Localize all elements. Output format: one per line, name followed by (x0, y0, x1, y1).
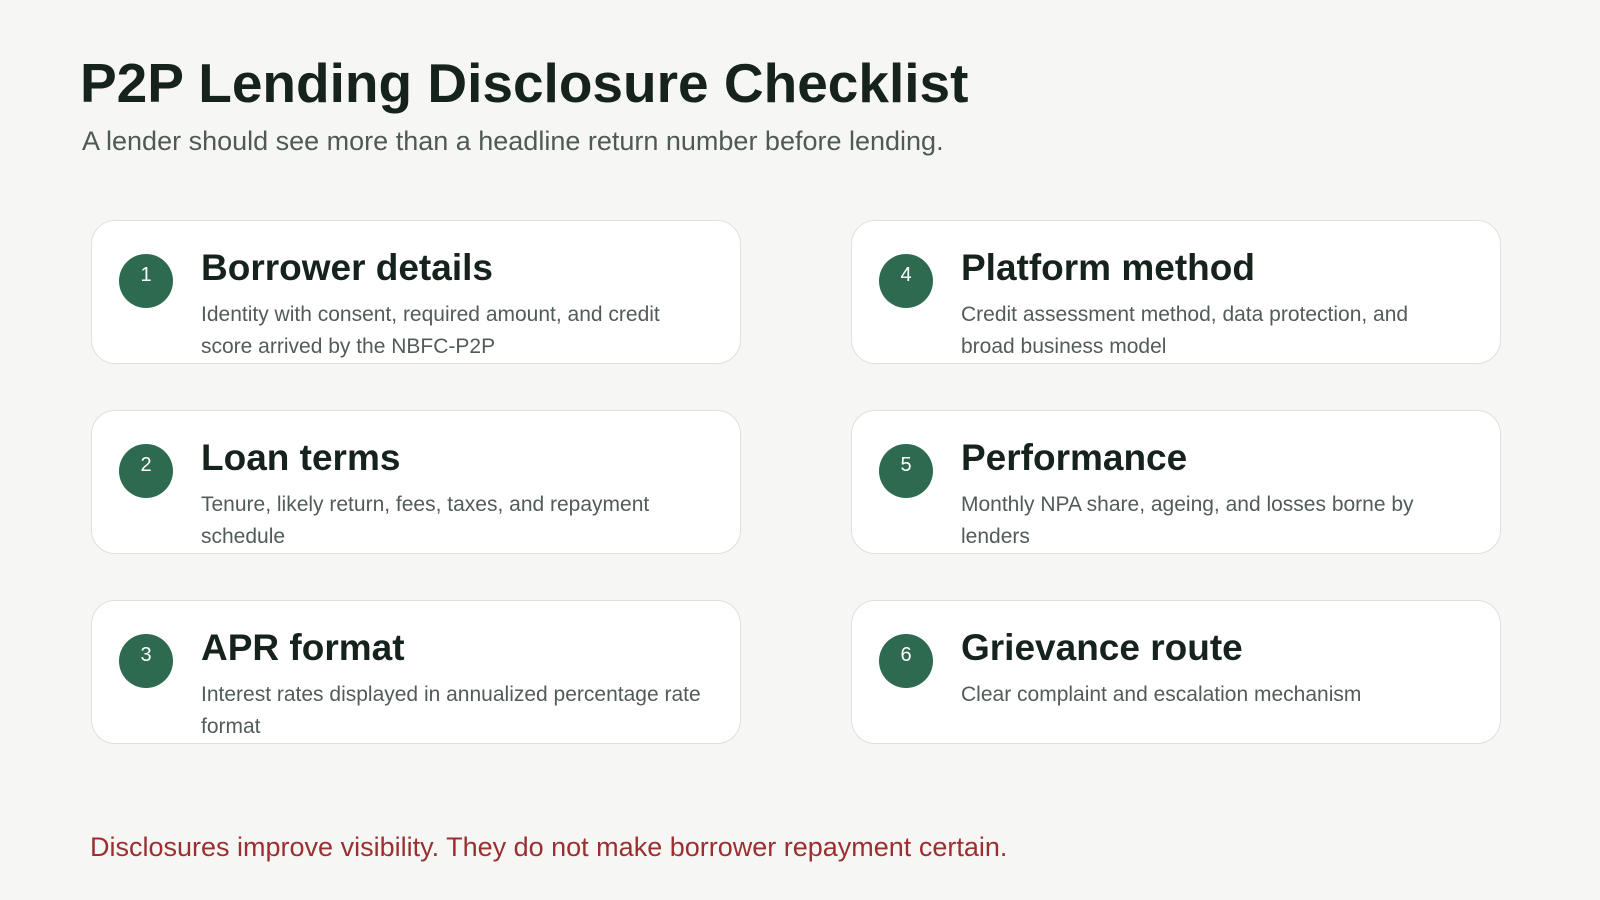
checklist-card-performance: 5 Performance Monthly NPA share, ageing,… (851, 410, 1501, 554)
card-description: Identity with consent, required amount, … (201, 303, 660, 358)
card-title: Borrower details (201, 247, 493, 288)
card-description: Clear complaint and escalation mechanism (961, 683, 1362, 706)
card-title: Performance (961, 437, 1188, 478)
checklist-card-loan-terms: 2 Loan terms Tenure, likely return, fees… (91, 410, 741, 554)
checklist-card-platform-method: 4 Platform method Credit assessment meth… (851, 220, 1501, 364)
page-subtitle: A lender should see more than a headline… (82, 126, 944, 156)
card-description: Monthly NPA share, ageing, and losses bo… (961, 493, 1414, 548)
card-title: Grievance route (961, 627, 1243, 668)
checklist-card-borrower-details: 1 Borrower details Identity with consent… (91, 220, 741, 364)
card-title: Loan terms (201, 437, 401, 478)
step-number-badge: 6 (879, 634, 933, 688)
card-description: Credit assessment method, data protectio… (961, 303, 1409, 358)
card-description: Tenure, likely return, fees, taxes, and … (201, 493, 650, 548)
step-number-badge: 2 (119, 444, 173, 498)
card-title: APR format (201, 627, 405, 668)
card-title: Platform method (961, 247, 1255, 288)
step-number-badge: 4 (879, 254, 933, 308)
step-number-badge: 1 (119, 254, 173, 308)
footer-note: Disclosures improve visibility. They do … (90, 832, 1008, 862)
page-title: P2P Lending Disclosure Checklist (80, 52, 969, 114)
checklist-card-grievance-route: 6 Grievance route Clear complaint and es… (851, 600, 1501, 744)
checklist-grid: 1 Borrower details Identity with consent… (91, 220, 1501, 744)
card-description: Interest rates displayed in annualized p… (201, 683, 701, 738)
checklist-card-apr-format: 3 APR format Interest rates displayed in… (91, 600, 741, 744)
step-number-badge: 5 (879, 444, 933, 498)
step-number-badge: 3 (119, 634, 173, 688)
